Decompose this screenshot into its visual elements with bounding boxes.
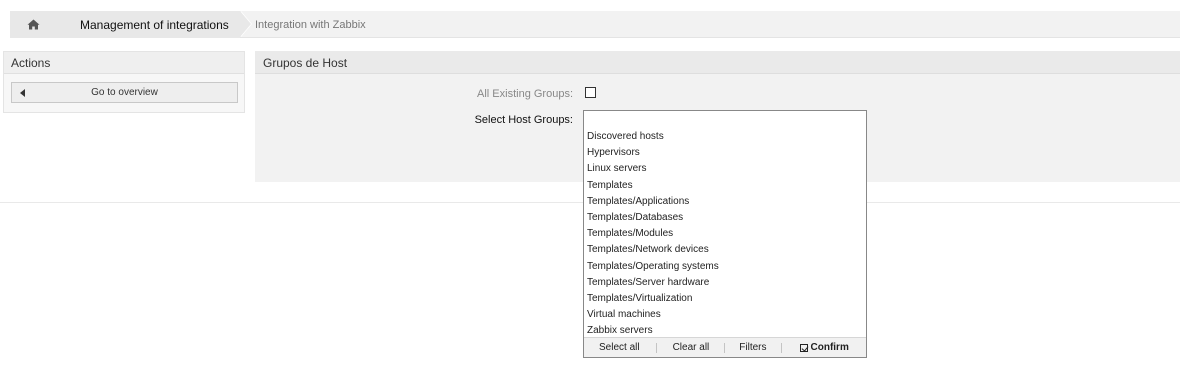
confirm-button[interactable]: Confirm [799,342,849,353]
list-item[interactable]: Templates/Server hardware [584,275,866,291]
footer-separator [780,342,782,353]
breadcrumb-item-management[interactable]: Management of integrations [56,11,240,38]
breadcrumb-separator-arrow [240,11,251,37]
footer-separator [655,342,657,353]
breadcrumb-item-label: Management of integrations [80,17,229,32]
check-square-icon [799,343,808,352]
list-item[interactable]: Templates/Virtualization [584,291,866,307]
dropdown-footer: Select all Clear all Filters Confirm [584,337,866,357]
list-item[interactable]: Discovered hosts [584,129,866,145]
go-to-overview-label: Go to overview [91,87,158,98]
list-item[interactable]: Templates/Applications [584,194,866,210]
caret-left-icon [20,89,25,97]
breadcrumb-item-current: Integration with Zabbix [255,11,366,38]
breadcrumb: Management of integrations Integration w… [10,11,1180,38]
select-host-groups-label: Select Host Groups: [474,114,573,126]
host-groups-list: Discovered hosts Hypervisors Linux serve… [584,129,866,339]
clear-all-button[interactable]: Clear all [673,342,710,353]
footer-separator [724,342,726,353]
breadcrumb-home[interactable] [10,11,56,38]
all-existing-groups-label: All Existing Groups: [477,88,573,100]
list-item[interactable]: Virtual machines [584,307,866,323]
list-item[interactable]: Templates/Network devices [584,242,866,258]
select-all-button[interactable]: Select all [599,342,640,353]
all-existing-groups-checkbox[interactable] [585,87,596,98]
actions-sidebar: Actions Go to overview [3,51,245,113]
list-item[interactable]: Templates/Databases [584,210,866,226]
home-icon [27,19,39,30]
go-to-overview-button[interactable]: Go to overview [11,82,238,103]
list-item[interactable]: Linux servers [584,161,866,177]
list-item[interactable]: Templates/Operating systems [584,259,866,275]
confirm-label: Confirm [810,342,849,353]
list-item[interactable]: Templates [584,178,866,194]
breadcrumb-item-label: Integration with Zabbix [255,18,366,31]
filters-button[interactable]: Filters [739,342,766,353]
panel-title: Grupos de Host [255,51,1180,74]
sidebar-title: Actions [4,52,244,74]
host-groups-dropdown: Discovered hosts Hypervisors Linux serve… [583,129,867,358]
select-host-groups-input[interactable] [583,110,867,130]
list-item[interactable]: Hypervisors [584,145,866,161]
list-item[interactable]: Templates/Modules [584,226,866,242]
